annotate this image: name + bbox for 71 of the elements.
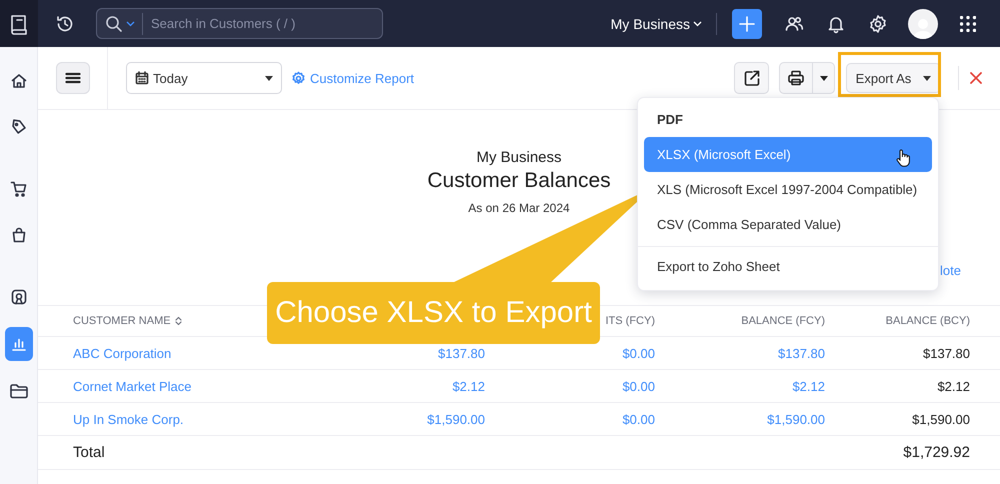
- organization-switcher[interactable]: My Business: [610, 16, 702, 32]
- amount-link[interactable]: $137.80: [438, 346, 485, 360]
- table-cell: $137.80: [923, 346, 970, 360]
- print-button[interactable]: [779, 62, 813, 94]
- chevron-icon: [126, 20, 135, 26]
- share-button[interactable]: [734, 62, 769, 94]
- printer-icon: [787, 69, 805, 87]
- report-link[interactable]: lote: [940, 263, 961, 279]
- share-icon: [742, 69, 760, 87]
- close-icon: [970, 72, 982, 84]
- export-button[interactable]: Export As: [846, 63, 941, 93]
- date-range-select[interactable]: Today: [126, 62, 282, 94]
- cart-icon: [10, 180, 28, 198]
- column-header: BALANCE (BCY): [886, 315, 970, 327]
- apps-button[interactable]: [960, 16, 976, 32]
- menu-item[interactable]: PDF: [644, 102, 932, 137]
- report-title: Customer Balances: [427, 168, 611, 194]
- amount-link[interactable]: $0.00: [622, 346, 655, 360]
- amount-link[interactable]: $0.00: [622, 412, 655, 426]
- print-dropdown-button[interactable]: [813, 62, 835, 94]
- close-button[interactable]: [970, 72, 982, 84]
- amount-link[interactable]: $0.00: [622, 378, 655, 394]
- logo-icon: [8, 12, 30, 34]
- menu-item[interactable]: Export to Zoho Sheet: [644, 249, 932, 284]
- organization-name: My Business: [476, 149, 562, 167]
- add-button[interactable]: [732, 8, 762, 38]
- amount-link[interactable]: $2.12: [792, 378, 825, 394]
- caret-icon: [820, 76, 828, 80]
- column-header: ITS (FCY): [606, 315, 655, 327]
- total-label: Total: [73, 444, 105, 461]
- menu-item[interactable]: XLSX (Microsoft Excel): [644, 137, 932, 172]
- hand-cursor-icon: [896, 149, 910, 167]
- total-amount: $1,729.92: [903, 444, 970, 461]
- caret-icon: [265, 76, 273, 80]
- amount-link[interactable]: $1,590.00: [427, 412, 485, 426]
- customize-report-link[interactable]: Customize Report: [291, 70, 414, 86]
- customer-link[interactable]: Up In Smoke Corp.: [73, 412, 184, 426]
- badge-icon: [10, 288, 28, 306]
- amount-link[interactable]: $137.80: [778, 346, 825, 360]
- tag-icon: [10, 118, 28, 136]
- bag-icon: [10, 226, 28, 244]
- table-cell: $2.12: [937, 378, 970, 394]
- grid-icon: [960, 16, 976, 32]
- menu-item[interactable]: XLS (Microsoft Excel 1997-2004 Compatible): [644, 172, 932, 207]
- caret-icon: [923, 76, 932, 80]
- table-cell: $1,590.00: [912, 412, 970, 426]
- customer-link[interactable]: Cornet Market Place: [73, 378, 192, 394]
- search-field[interactable]: Search in Customers ( / ): [96, 8, 383, 39]
- customer-link[interactable]: ABC Corporation: [73, 346, 172, 360]
- sort-icon: [174, 316, 182, 326]
- history-button[interactable]: [55, 14, 75, 34]
- menu-button[interactable]: [56, 62, 90, 94]
- settings-icon: [868, 14, 888, 34]
- calendar-icon: [135, 71, 149, 85]
- folder-icon: [8, 382, 28, 400]
- amount-link[interactable]: $2.12: [452, 378, 485, 394]
- history-icon: [55, 14, 75, 34]
- search-icon: [105, 14, 123, 32]
- chevron-icon: [693, 20, 702, 26]
- settings-button[interactable]: [868, 14, 888, 34]
- report-date: As on 26 Mar 2024: [468, 200, 570, 216]
- gear-icon: [291, 70, 306, 86]
- menu-icon: [64, 71, 80, 85]
- home-icon: [10, 72, 28, 90]
- avatar[interactable]: [908, 8, 938, 38]
- amount-link[interactable]: $1,590.00: [767, 412, 825, 426]
- column-header[interactable]: CUSTOMER NAME: [73, 315, 182, 327]
- menu-item[interactable]: CSV (Comma Separated Value): [644, 207, 932, 242]
- column-header: BALANCE (FCY): [741, 315, 825, 327]
- callout: Choose XLSX to Export: [267, 282, 600, 344]
- plus-icon: [739, 16, 755, 32]
